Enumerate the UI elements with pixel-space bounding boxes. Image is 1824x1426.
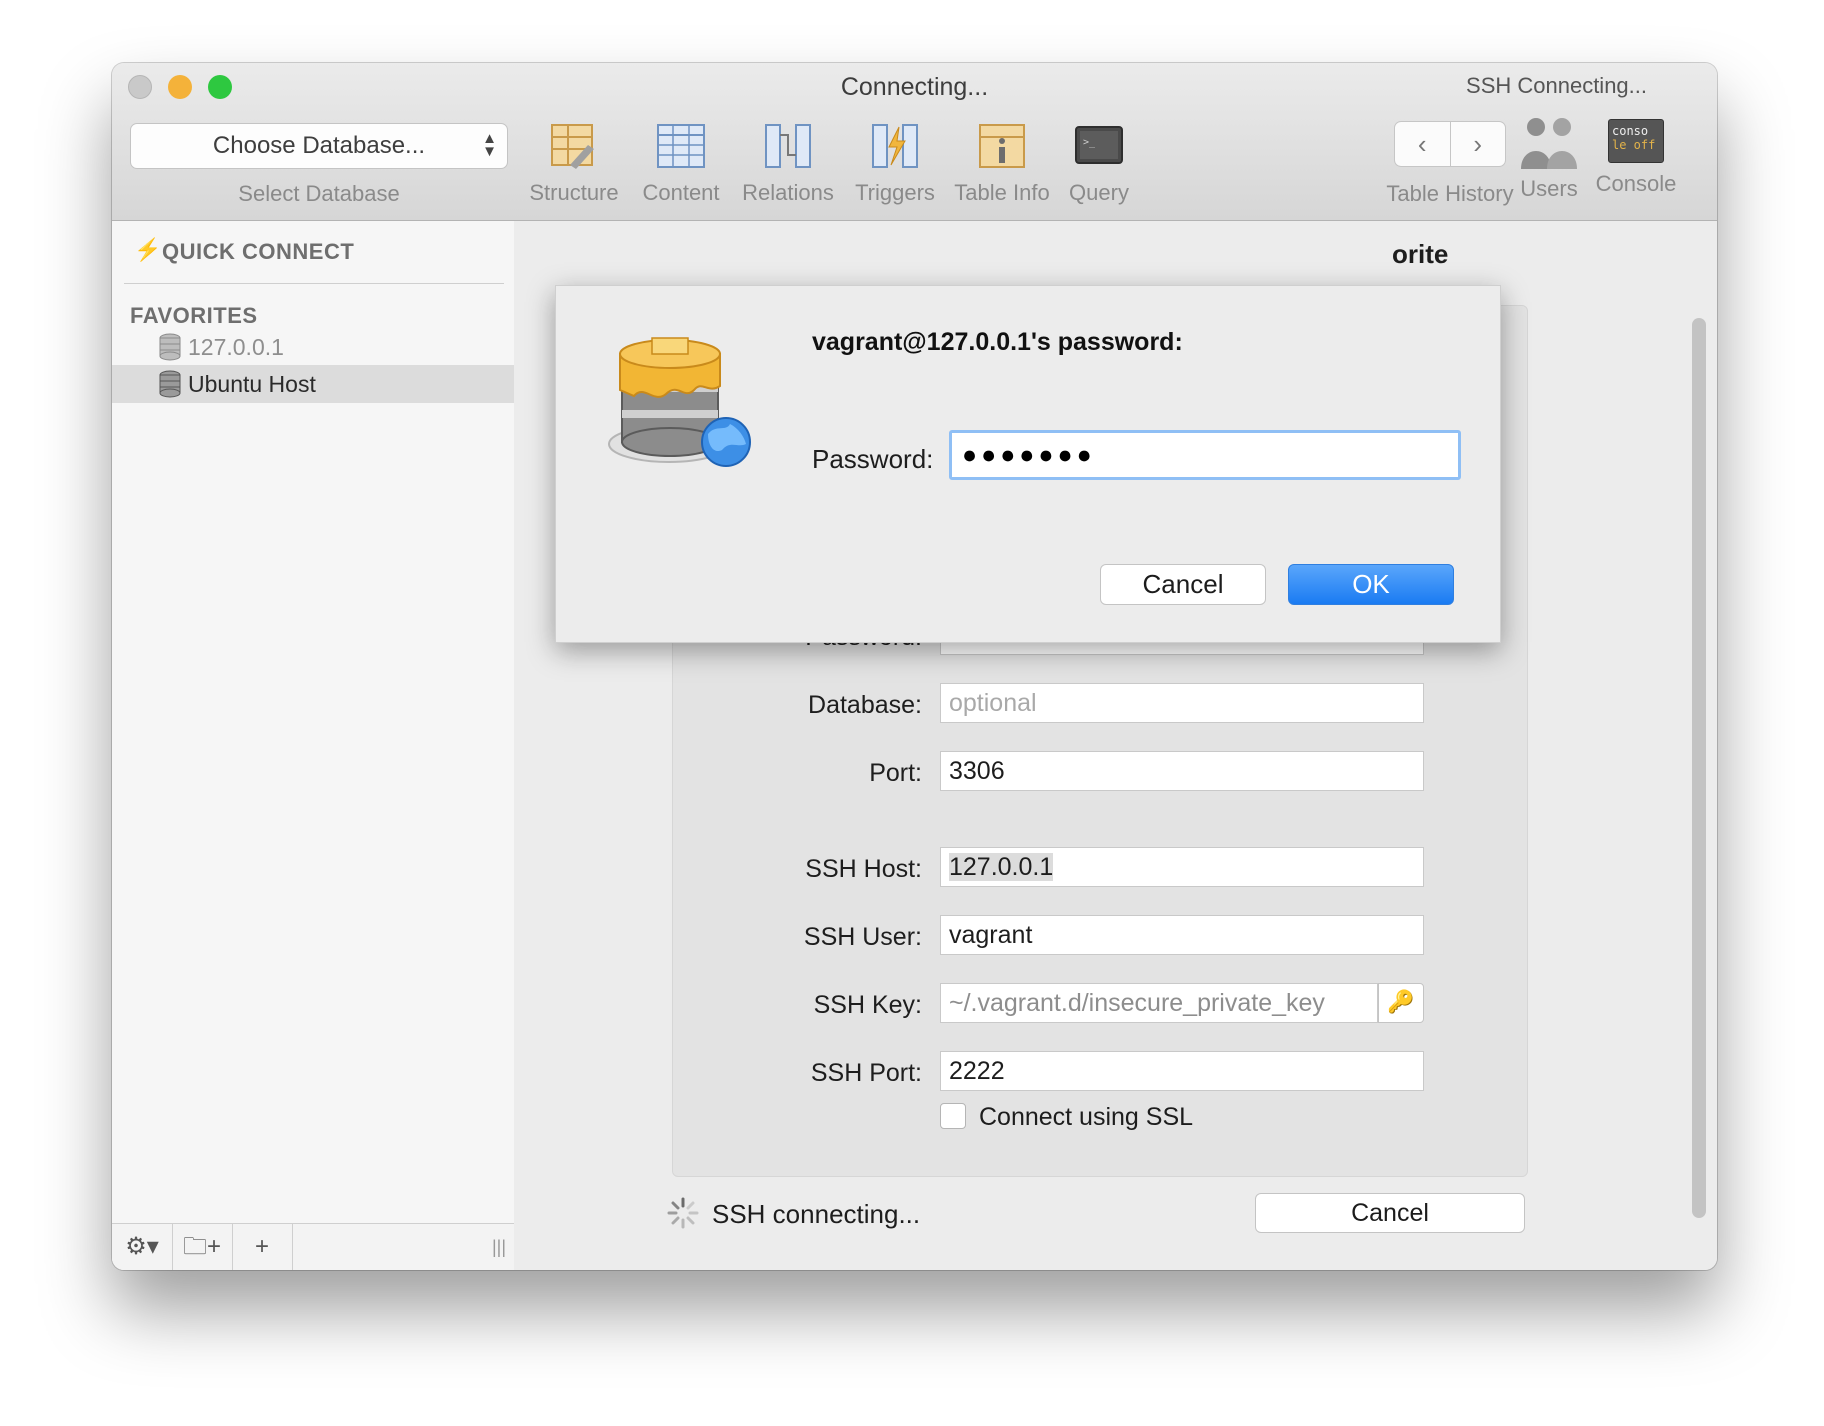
dialog-password-label: Password: xyxy=(812,444,934,474)
password-dialog: vagrant@127.0.0.1's password: Password: … xyxy=(555,285,1501,643)
relations-icon xyxy=(765,124,811,168)
query-tool-button[interactable]: >_ Query xyxy=(1044,121,1154,206)
svg-text:>_: >_ xyxy=(1083,137,1096,148)
triggers-label: Triggers xyxy=(855,180,935,205)
gear-icon: ⚙▾ xyxy=(125,1233,159,1260)
relations-label: Relations xyxy=(742,180,834,205)
up-down-chevron-icon: ▲ ▼ xyxy=(482,130,497,160)
spinner-icon xyxy=(667,1197,699,1229)
triggers-icon xyxy=(872,124,918,168)
table-history-control: ‹ › xyxy=(1394,121,1506,167)
structure-label: Structure xyxy=(529,180,619,205)
database-icon xyxy=(159,333,181,361)
ssh-key-browse-button[interactable]: 🔑 xyxy=(1378,983,1424,1023)
ssh-user-field[interactable]: vagrant xyxy=(940,915,1424,955)
database-label: Database: xyxy=(808,691,922,719)
content-tool-button[interactable]: Content xyxy=(626,121,736,206)
dialog-password-input[interactable]: ●●●●●●● xyxy=(949,430,1461,480)
table-info-label: Table Info xyxy=(954,180,1050,205)
favorites-header: FAVORITES xyxy=(130,303,258,328)
users-icon xyxy=(1521,118,1577,169)
console-icon: conso le off xyxy=(1608,119,1664,163)
database-select-value: Choose Database... xyxy=(212,132,426,159)
dialog-cancel-button[interactable]: Cancel xyxy=(1100,564,1266,605)
ssh-host-value: 127.0.0.1 xyxy=(949,853,1054,881)
console-tool-button[interactable]: conso le off Console xyxy=(1590,115,1682,197)
add-favorite-button[interactable]: + xyxy=(232,1224,293,1270)
key-icon: 🔑 xyxy=(1387,989,1415,1014)
structure-icon xyxy=(551,124,594,169)
port-label: Port: xyxy=(869,759,922,787)
content-icon xyxy=(657,124,705,168)
quick-connect-item[interactable]: ⚡ QUICK CONNECT xyxy=(124,221,504,284)
query-label: Query xyxy=(1069,180,1129,205)
select-database-label: Select Database xyxy=(238,181,400,206)
back-button[interactable]: ‹ xyxy=(1395,122,1451,166)
ssh-port-field[interactable]: 2222 xyxy=(940,1051,1424,1091)
triggers-tool-button[interactable]: Triggers xyxy=(840,121,950,206)
ssh-host-label: SSH Host: xyxy=(805,855,922,883)
table-info-icon xyxy=(979,124,1025,168)
port-field[interactable]: 3306 xyxy=(940,751,1424,791)
console-icon-line-1: conso xyxy=(1612,124,1649,138)
database-icon xyxy=(159,370,181,398)
table-info-tool-button[interactable]: Table Info xyxy=(947,121,1057,206)
ssh-host-field[interactable]: 127.0.0.1 xyxy=(940,847,1424,887)
content-label: Content xyxy=(642,180,720,205)
ssl-checkbox[interactable] xyxy=(940,1103,966,1129)
scrollbar[interactable] xyxy=(1692,318,1706,1218)
favorite-label: 127.0.0.1 xyxy=(188,334,284,360)
favorite-label: Ubuntu Host xyxy=(188,371,316,397)
app-window: Connecting... SSH Connecting... Choose D… xyxy=(112,63,1717,1270)
lightning-icon: ⚡ xyxy=(134,237,162,262)
favorite-name-heading: orite xyxy=(1392,239,1449,269)
database-field[interactable]: optional xyxy=(940,683,1424,723)
structure-tool-button[interactable]: Structure xyxy=(519,121,629,206)
ssl-checkbox-label: Connect using SSL xyxy=(979,1103,1194,1131)
quick-connect-label: QUICK CONNECT xyxy=(162,239,355,264)
users-tool-button[interactable]: Users xyxy=(1504,115,1594,202)
favorite-item-127-0-0-1[interactable]: 127.0.0.1 xyxy=(112,327,514,365)
resize-handle-icon[interactable]: ||| xyxy=(492,1224,506,1270)
ssh-key-field[interactable]: ~/.vagrant.d/insecure_private_key xyxy=(940,983,1378,1023)
query-icon: >_ xyxy=(1075,126,1123,164)
gear-menu-button[interactable]: ⚙▾ xyxy=(112,1224,173,1270)
relations-tool-button[interactable]: Relations xyxy=(733,121,843,206)
toolbar: Connecting... SSH Connecting... Choose D… xyxy=(112,63,1717,221)
forward-button[interactable]: › xyxy=(1451,122,1506,166)
ssh-user-label: SSH User: xyxy=(803,923,922,951)
folder-add-icon: 🗀+ xyxy=(182,1233,221,1260)
plus-icon: + xyxy=(254,1233,269,1260)
cancel-connection-button[interactable]: Cancel xyxy=(1255,1193,1525,1233)
ssh-status-text: SSH Connecting... xyxy=(1466,73,1647,98)
favorite-item-ubuntu-host[interactable]: Ubuntu Host xyxy=(112,365,514,403)
console-icon-line-2: le off xyxy=(1612,138,1656,152)
ssh-connecting-status: SSH connecting... xyxy=(712,1199,921,1229)
new-folder-button[interactable]: 🗀+ xyxy=(172,1224,233,1270)
console-label: Console xyxy=(1595,171,1677,196)
database-select[interactable]: Choose Database... ▲ ▼ xyxy=(130,123,508,169)
sequel-pro-app-icon xyxy=(608,337,751,467)
password-dialog-title: vagrant@127.0.0.1's password: xyxy=(812,328,1183,356)
sidebar: ⚡ QUICK CONNECT FAVORITES 127.0.0.1 Ubun… xyxy=(112,221,515,1270)
sidebar-footer: ⚙▾ 🗀+ + ||| xyxy=(112,1223,514,1270)
ssh-port-label: SSH Port: xyxy=(810,1059,922,1087)
ssh-key-label: SSH Key: xyxy=(813,991,922,1019)
dialog-ok-button[interactable]: OK xyxy=(1288,564,1454,605)
users-label: Users xyxy=(1520,176,1578,201)
